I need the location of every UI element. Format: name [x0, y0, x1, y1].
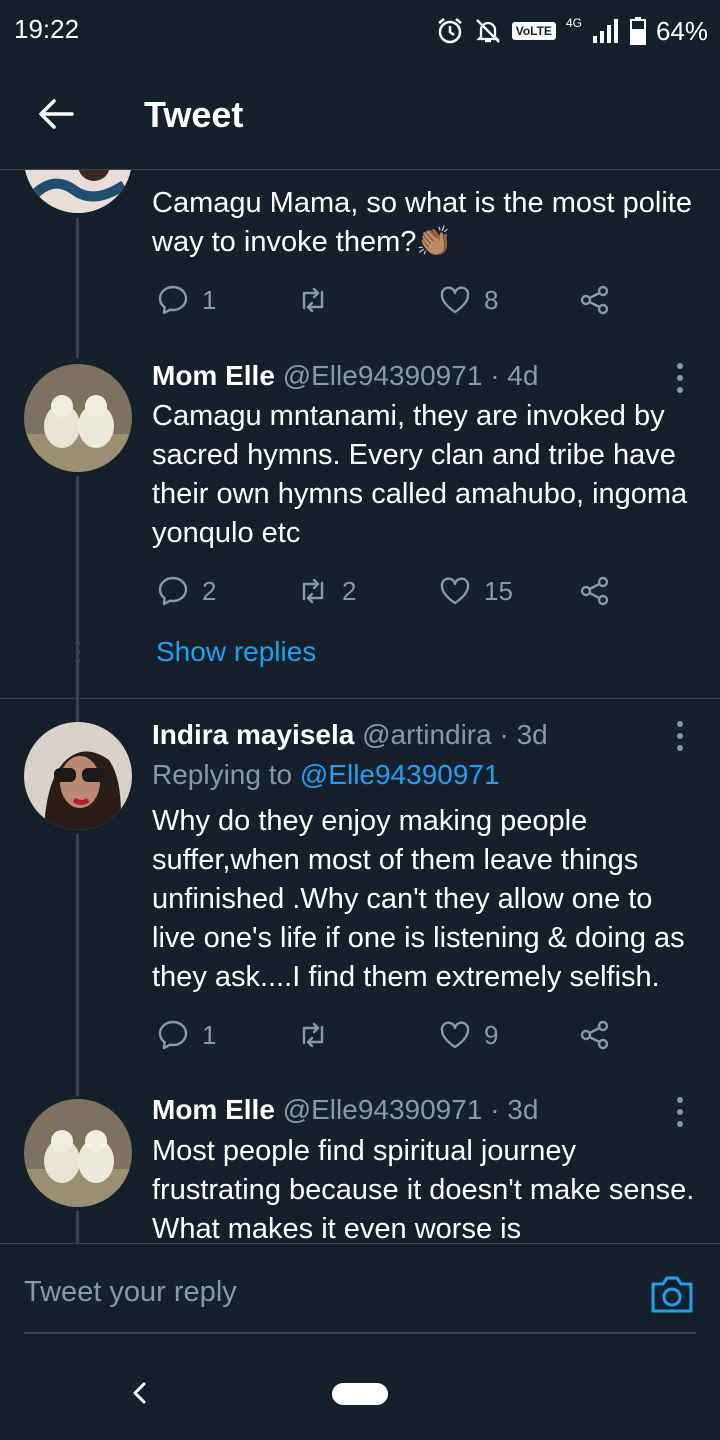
reply-button[interactable]: 1 [156, 1015, 216, 1055]
retweet-icon [302, 287, 324, 313]
tweet-actions: 2 2 15 [152, 571, 622, 611]
retweet-icon [302, 1022, 324, 1048]
avatar[interactable] [24, 1099, 132, 1207]
status-bar: 19:22 VoLTE 4G 64% [0, 0, 720, 64]
more-options-icon[interactable] [668, 358, 692, 398]
avatar[interactable] [24, 364, 132, 472]
reply-count: 2 [202, 575, 217, 606]
more-options-icon[interactable] [668, 1092, 692, 1132]
author-handle[interactable]: @Elle94390971 [283, 360, 483, 391]
author-handle[interactable]: @artindira [362, 719, 492, 750]
share-icon [580, 1020, 609, 1050]
thread-line [76, 1211, 79, 1243]
reply-icon [158, 1020, 188, 1050]
thread-line [76, 218, 79, 358]
heart-icon [440, 286, 470, 314]
back-arrow-icon[interactable] [34, 92, 78, 136]
app-bar: Tweet [0, 64, 720, 170]
reply-icon [158, 285, 188, 315]
tweet-time: · 4d [490, 360, 539, 391]
author-name[interactable]: Indira mayisela [152, 719, 354, 750]
heart-icon [440, 1021, 470, 1049]
input-underline [24, 1332, 696, 1334]
share-button[interactable] [578, 571, 612, 611]
like-count: 15 [484, 575, 513, 606]
more-options-icon[interactable] [668, 716, 692, 756]
reply-count: 1 [202, 284, 217, 315]
volte-badge: VoLTE [511, 22, 556, 40]
author-name[interactable]: Mom Elle [152, 1094, 275, 1125]
reply-icon [158, 576, 188, 606]
reply-composer: Tweet your reply [0, 1243, 720, 1363]
network-type: 4G [565, 16, 582, 30]
retweet-count: 2 [342, 575, 357, 606]
tweet-text: Why do they enjoy making people suffer,w… [152, 805, 685, 993]
like-count: 9 [484, 1019, 499, 1050]
notifications-off-icon [475, 19, 500, 43]
more-replies-dots [75, 640, 81, 664]
author-handle[interactable]: @Elle94390971 [283, 1094, 483, 1125]
retweet-button[interactable] [296, 280, 342, 320]
replying-to-handle[interactable]: @Elle94390971 [300, 759, 500, 790]
system-nav-bar [0, 1363, 720, 1440]
tweet-time: · 3d [499, 719, 548, 750]
retweet-button[interactable]: 2 [296, 571, 356, 611]
signal-icon [592, 19, 618, 43]
camera-icon[interactable] [650, 1274, 694, 1314]
divider [0, 698, 720, 699]
tweet-actions: 1 9 [152, 1015, 622, 1055]
status-time: 19:22 [14, 14, 80, 44]
nav-home-pill[interactable] [332, 1383, 388, 1405]
reply-button[interactable]: 1 [156, 280, 216, 320]
tweet-text: Camagu Mama, so what is the most polite … [152, 187, 692, 258]
tweet-actions: 1 8 [152, 280, 622, 320]
retweet-button[interactable] [296, 1015, 342, 1055]
battery-percent: 64% [655, 15, 708, 46]
avatar[interactable] [24, 722, 132, 830]
reply-count: 1 [202, 1019, 217, 1050]
tweet-text: Camagu mntanami, they are invoked by sac… [152, 400, 688, 549]
page-title: Tweet [144, 94, 244, 135]
author-name[interactable]: Mom Elle [152, 360, 275, 391]
share-button[interactable] [578, 280, 612, 320]
alarm-icon [437, 18, 462, 44]
like-button[interactable]: 8 [438, 280, 498, 320]
retweet-icon [302, 578, 324, 604]
share-button[interactable] [578, 1015, 612, 1055]
reply-input[interactable]: Tweet your reply [24, 1276, 237, 1309]
tweet-time: · 3d [490, 1094, 539, 1125]
tweet-thread[interactable]: Camagu Mama, so what is the most polite … [0, 170, 720, 1243]
share-icon [580, 576, 609, 606]
reply-button[interactable]: 2 [156, 571, 216, 611]
like-button[interactable]: 15 [438, 571, 513, 611]
tweet-text: Most people find spiritual journey frust… [152, 1135, 695, 1243]
avatar[interactable] [24, 170, 132, 213]
heart-icon [440, 577, 470, 605]
replying-to: Replying to @Elle94390971 [152, 759, 500, 790]
thread-line [76, 834, 79, 1096]
nav-back-icon[interactable] [126, 1379, 154, 1407]
like-count: 8 [484, 284, 499, 315]
battery-icon [629, 17, 646, 45]
like-button[interactable]: 9 [438, 1015, 498, 1055]
show-replies-link[interactable]: Show replies [156, 636, 316, 668]
share-icon [580, 285, 609, 315]
